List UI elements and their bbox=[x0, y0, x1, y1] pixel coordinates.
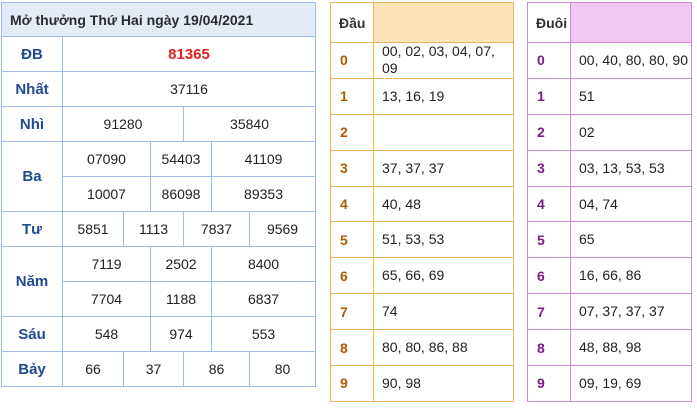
loto-tail-values: 51 bbox=[570, 78, 692, 115]
loto-head-values: 65, 66, 69 bbox=[373, 257, 514, 295]
prize-seventh-number: 37 bbox=[123, 351, 184, 387]
loto-head-key: 3 bbox=[330, 150, 374, 187]
prize-label-fourth: Tư bbox=[1, 211, 63, 247]
loto-head-values: 90, 98 bbox=[373, 365, 514, 402]
lottery-results-table: Mở thưởng Thứ Hai ngày 19/04/2021 ĐB 813… bbox=[0, 2, 317, 387]
loto-head-key: 4 bbox=[330, 186, 374, 223]
prize-seventh-number: 80 bbox=[248, 351, 317, 387]
prize-sixth-number: 974 bbox=[150, 316, 212, 352]
loto-head-header-fill bbox=[373, 2, 514, 43]
loto-head-key: 7 bbox=[330, 293, 374, 331]
prize-sixth-number: 553 bbox=[210, 316, 317, 352]
prize-second-number: 91280 bbox=[62, 106, 184, 142]
prize-fourth-number: 1113 bbox=[123, 211, 184, 247]
loto-tail-table: Đuôi 0 00, 40, 80, 80, 90 1 51 2 02 3 03, 13… bbox=[527, 2, 692, 402]
loto-tail-key: 3 bbox=[527, 150, 571, 187]
prize-third-number: 54403 bbox=[150, 141, 212, 177]
prize-label-special: ĐB bbox=[1, 36, 63, 72]
prize-third-number: 86098 bbox=[150, 176, 212, 212]
loto-tail-values: 03, 13, 53, 53 bbox=[570, 150, 692, 187]
prize-seventh-number: 66 bbox=[62, 351, 124, 387]
loto-tail-key: 4 bbox=[527, 186, 571, 223]
loto-head-values: 80, 80, 86, 88 bbox=[373, 329, 514, 367]
loto-head-key: 8 bbox=[330, 329, 374, 367]
loto-tail-key: 1 bbox=[527, 78, 571, 115]
loto-head-key: 5 bbox=[330, 221, 374, 259]
loto-head-values: 40, 48 bbox=[373, 186, 514, 223]
loto-head-key: 9 bbox=[330, 365, 374, 402]
loto-tail-values: 65 bbox=[570, 221, 692, 259]
loto-head-key: 2 bbox=[330, 114, 374, 151]
loto-head-values: 37, 37, 37 bbox=[373, 150, 514, 187]
loto-tail-header-fill bbox=[570, 2, 692, 43]
prize-fourth-number: 5851 bbox=[62, 211, 124, 247]
prize-label-second: Nhì bbox=[1, 106, 63, 142]
loto-head-key: 1 bbox=[330, 78, 374, 115]
prize-fifth-number: 1188 bbox=[150, 281, 212, 317]
prize-label-fifth: Năm bbox=[1, 246, 63, 317]
loto-tail-key: 8 bbox=[527, 329, 571, 367]
prize-third-number: 89353 bbox=[210, 176, 317, 212]
prize-label-sixth: Sáu bbox=[1, 316, 63, 352]
prize-first-number: 37116 bbox=[61, 71, 317, 107]
prize-special-number: 81365 bbox=[61, 36, 317, 72]
results-title: Mở thưởng Thứ Hai ngày 19/04/2021 bbox=[0, 2, 317, 37]
prize-seventh-number: 86 bbox=[183, 351, 250, 387]
prize-label-first: Nhất bbox=[1, 71, 63, 107]
prize-third-number: 07090 bbox=[62, 141, 151, 177]
loto-tail-values: 07, 37, 37, 37 bbox=[570, 293, 692, 331]
prize-label-third: Ba bbox=[1, 141, 63, 212]
loto-head-values: 13, 16, 19 bbox=[373, 78, 514, 115]
loto-head-values: 74 bbox=[373, 293, 514, 331]
loto-head-values: 51, 53, 53 bbox=[373, 221, 514, 259]
loto-tail-values: 00, 40, 80, 80, 90 bbox=[570, 42, 692, 79]
loto-tail-values: 48, 88, 98 bbox=[570, 329, 692, 367]
prize-fifth-number: 7704 bbox=[62, 281, 151, 317]
prize-fifth-number: 7119 bbox=[62, 246, 151, 282]
loto-tail-header: Đuôi bbox=[527, 2, 571, 43]
prize-sixth-number: 548 bbox=[62, 316, 151, 352]
loto-head-values: 00, 02, 03, 04, 07, 09 bbox=[373, 42, 514, 79]
loto-head-key: 6 bbox=[330, 257, 374, 295]
loto-tail-values: 09, 19, 69 bbox=[570, 365, 692, 402]
prize-fifth-number: 2502 bbox=[150, 246, 212, 282]
prize-fifth-number: 8400 bbox=[210, 246, 317, 282]
prize-fourth-number: 9569 bbox=[248, 211, 317, 247]
prize-third-number: 41109 bbox=[210, 141, 317, 177]
loto-tail-key: 0 bbox=[527, 42, 571, 79]
prize-fifth-number: 6837 bbox=[210, 281, 317, 317]
prize-fourth-number: 7837 bbox=[183, 211, 250, 247]
loto-head-values bbox=[373, 114, 514, 151]
loto-tail-values: 16, 66, 86 bbox=[570, 257, 692, 295]
loto-head-table: Đầu 0 00, 02, 03, 04, 07, 09 1 13, 16, 19 … bbox=[330, 2, 514, 402]
loto-tail-key: 9 bbox=[527, 365, 571, 402]
loto-tail-values: 04, 74 bbox=[570, 186, 692, 223]
prize-second-number: 35840 bbox=[182, 106, 317, 142]
loto-tail-key: 5 bbox=[527, 221, 571, 259]
loto-tail-key: 6 bbox=[527, 257, 571, 295]
loto-tail-values: 02 bbox=[570, 114, 692, 151]
loto-head-header: Đầu bbox=[330, 2, 374, 43]
loto-head-key: 0 bbox=[330, 42, 374, 79]
prize-third-number: 10007 bbox=[62, 176, 151, 212]
loto-tail-key: 2 bbox=[527, 114, 571, 151]
prize-label-seventh: Bảy bbox=[1, 351, 63, 387]
loto-tail-key: 7 bbox=[527, 293, 571, 331]
